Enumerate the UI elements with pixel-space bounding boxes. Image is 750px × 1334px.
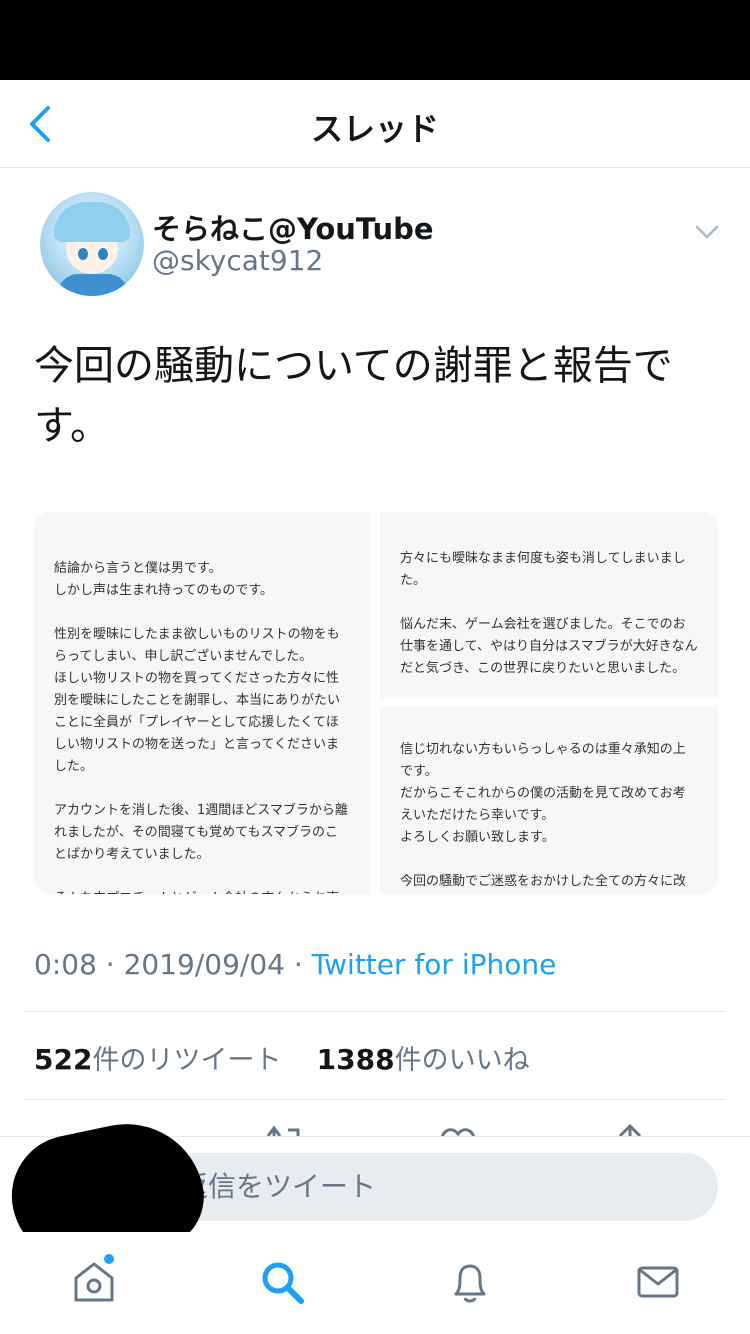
divider [24, 1099, 726, 1100]
notifications-icon [454, 1264, 486, 1303]
user-handle[interactable]: @skycat912 [152, 244, 323, 277]
tweet-meta: 0:08 · 2019/09/04 · Twitter for iPhone [34, 948, 556, 981]
navigation-header: スレッド [0, 80, 750, 168]
attached-image-text: 結論から言うと僕は男です。 しかし声は生まれ持ってのものです。 性別を曖昧にした… [54, 561, 348, 894]
tab-home[interactable] [70, 1258, 118, 1306]
divider [24, 1011, 726, 1012]
tab-bar [0, 1232, 750, 1334]
tab-messages[interactable] [634, 1258, 682, 1306]
attached-image-3[interactable]: 信じ切れない方もいらっしゃるのは重々承知の上です。 だからこそこれからの僕の活動… [380, 707, 718, 894]
like-label: 件のいいね [394, 1045, 530, 1076]
page-title: スレッド [310, 110, 439, 148]
attached-image-2[interactable]: 方々にも曖昧なまま何度も姿も消してしまいました。 悩んだ末、ゲーム会社を選びまし… [380, 512, 718, 698]
avatar-eye [78, 248, 88, 260]
avatar[interactable] [40, 192, 144, 296]
display-name[interactable]: そらねこ@YouTube [152, 206, 434, 248]
like-count: 1388 [316, 1043, 395, 1076]
avatar-hair [54, 202, 130, 242]
search-icon [262, 1262, 304, 1304]
messages-icon [637, 1266, 679, 1298]
chevron-down-icon[interactable] [694, 218, 720, 244]
retweet-count: 522 [34, 1043, 93, 1076]
avatar-body [58, 274, 128, 296]
tweet-text: 今回の騒動についての謝罪と報告です。 [34, 343, 673, 449]
tweet-client-link[interactable]: Twitter for iPhone [312, 948, 557, 981]
attached-image-text: 信じ切れない方もいらっしゃるのは重々承知の上です。 だからこそこれからの僕の活動… [400, 742, 687, 889]
avatar-eye [98, 248, 108, 260]
tab-notifications[interactable] [446, 1258, 494, 1306]
attached-image-1[interactable]: 結論から言うと僕は男です。 しかし声は生まれ持ってのものです。 性別を曖昧にした… [34, 512, 370, 894]
tab-search[interactable] [258, 1258, 306, 1306]
retweet-stat[interactable]: 522件のリツイート [34, 1043, 282, 1076]
tweet-author: そらねこ@YouTube @skycat912 [0, 168, 750, 318]
like-stat[interactable]: 1388件のいいね [316, 1043, 530, 1076]
retweet-label: 件のリツイート [92, 1045, 282, 1076]
tweet-stats: 522件のリツイート 1388件のいいね [34, 1038, 530, 1077]
tweet-timestamp: 0:08 · 2019/09/04 · [34, 948, 312, 981]
reply-placeholder: 返信をツイート [180, 1170, 377, 1203]
attached-image-text: 方々にも曖昧なまま何度も姿も消してしまいました。 悩んだ末、ゲーム会社を選びまし… [400, 551, 698, 676]
home-icon [74, 1262, 114, 1302]
new-content-dot [104, 1254, 114, 1264]
